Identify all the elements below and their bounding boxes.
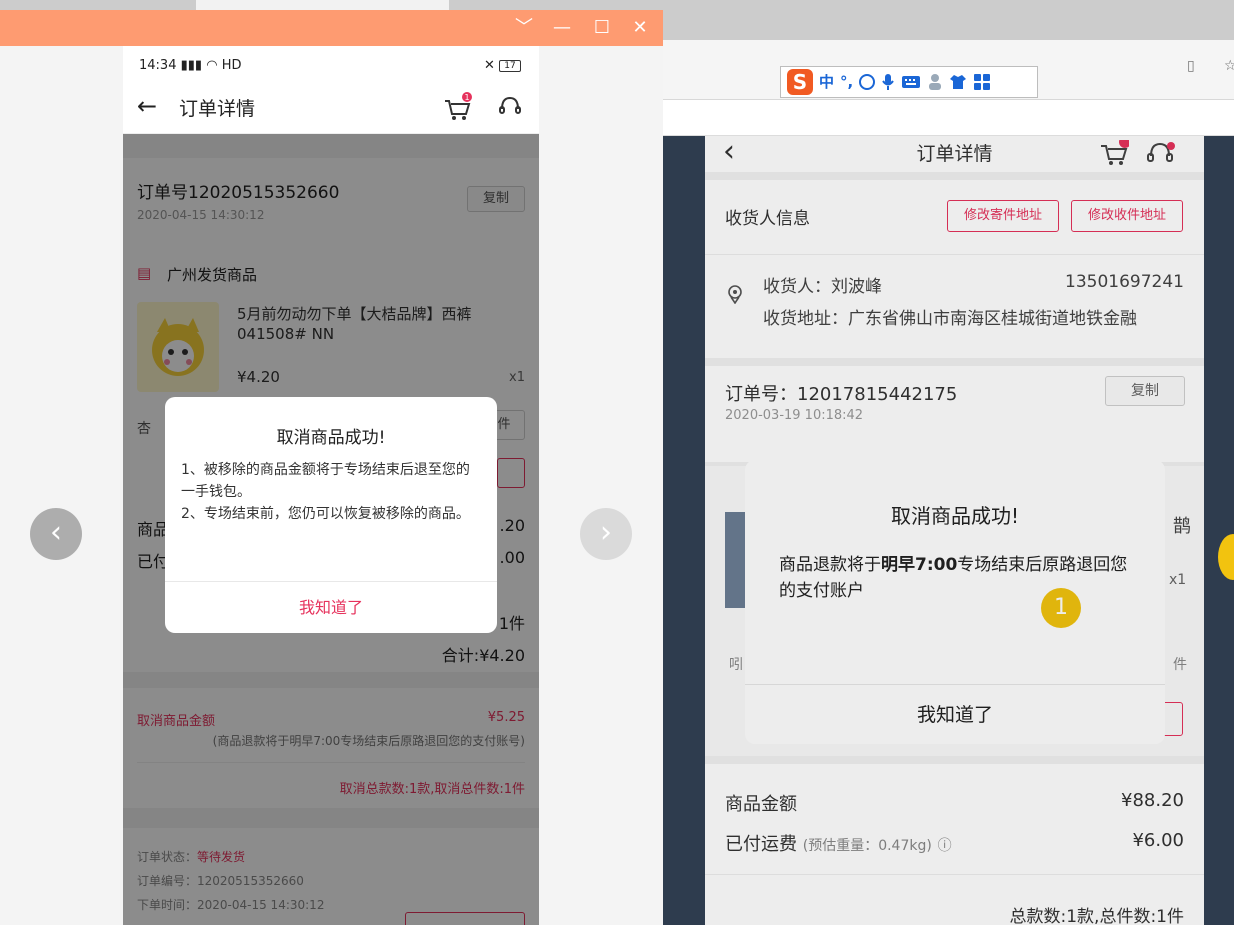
location-pin-icon bbox=[728, 285, 742, 304]
modal-body-bold: 明早7:00 bbox=[881, 555, 958, 575]
page-title: 订单详情 bbox=[179, 98, 256, 120]
phone-header: ← 订单详情 1 bbox=[123, 82, 539, 134]
modal-ok-button[interactable]: 我知道了 bbox=[165, 582, 497, 633]
receiver-section-title: 收货人信息 bbox=[725, 209, 810, 229]
page-title: 订单详情 bbox=[916, 143, 993, 165]
maximize-button[interactable]: ☐ bbox=[584, 10, 620, 46]
edit-receiver-address-button[interactable]: 修改收件地址 bbox=[1071, 200, 1183, 232]
receiver-name: 收货人：刘波峰 bbox=[763, 277, 882, 297]
phone-screenshot: 14:34 ▮▮▮ ◠ HD ✕ 17 ← 订单详情 1 订单号12020515… bbox=[123, 46, 539, 925]
preview-content: 14:34 ▮▮▮ ◠ HD ✕ 17 ← 订单详情 1 订单号12020515… bbox=[0, 46, 663, 925]
keyboard-icon[interactable] bbox=[901, 74, 921, 90]
receiver-phone: 13501697241 bbox=[1065, 272, 1184, 292]
toolbox-grid-icon[interactable] bbox=[973, 73, 991, 91]
cart-badge: 1 bbox=[464, 93, 469, 102]
order-number: 订单号：12017815442175 bbox=[725, 384, 958, 405]
copy-order-button[interactable]: 复制 bbox=[1105, 376, 1185, 406]
close-button[interactable]: ✕ bbox=[622, 10, 658, 46]
emoji-icon[interactable] bbox=[859, 74, 876, 90]
user-icon[interactable] bbox=[927, 73, 943, 91]
status-left: 14:34 ▮▮▮ ◠ HD bbox=[139, 58, 242, 73]
back-arrow-icon[interactable]: ← bbox=[137, 92, 157, 120]
status-time: 14:34 bbox=[139, 58, 177, 73]
modal-body: 商品退款将于明早7:00专场结束后原路退回您的支付账户 bbox=[779, 552, 1139, 604]
customer-service-icon[interactable] bbox=[497, 94, 523, 120]
shipping-weight-note: (预估重量：0.47kg) bbox=[802, 838, 932, 854]
edit-sender-address-button[interactable]: 修改寄件地址 bbox=[947, 200, 1059, 232]
sogou-logo-icon[interactable]: S bbox=[787, 69, 813, 95]
next-image-button[interactable]: › bbox=[580, 508, 632, 560]
browser-bookmarks-bar bbox=[663, 100, 1234, 136]
customer-service-icon[interactable] bbox=[1145, 140, 1175, 166]
app-header: ‹ 订单详情 bbox=[705, 136, 1204, 172]
skin-shirt-icon[interactable] bbox=[949, 74, 967, 90]
modal-body: 1、被移除的商品金额将于专场结束后退至您的一手钱包。 2、专场结束前，您仍可以恢… bbox=[181, 462, 470, 522]
shipping-label: 已付运费 bbox=[725, 834, 797, 855]
product-qty: x1 bbox=[1169, 572, 1187, 588]
modal-body-prefix: 商品退款将于 bbox=[779, 555, 881, 575]
info-icon[interactable]: ⓘ bbox=[938, 838, 952, 854]
background-page: ‹ 订单详情 收货人信息 修改寄件地址 修改收件地址 收货人：刘波峰 13501… bbox=[663, 136, 1234, 925]
product-text-fragment: 吲 bbox=[729, 657, 743, 673]
ime-toolbar[interactable]: S 中 °, bbox=[780, 66, 1038, 98]
cart-icon[interactable]: 1 bbox=[443, 92, 473, 122]
product-title-fragment: 鹊 bbox=[1173, 516, 1191, 537]
modal-title: 取消商品成功! bbox=[276, 428, 386, 448]
image-preview-window: ﹀ — ☐ ✕ 14:34 ▮▮▮ ◠ HD ✕ 17 ← 订单详情 1 订单号… bbox=[0, 10, 663, 925]
background-order-detail-app: ‹ 订单详情 收货人信息 修改寄件地址 修改收件地址 收货人：刘波峰 13501… bbox=[705, 136, 1204, 925]
cancel-success-modal: 取消商品成功! 1、被移除的商品金额将于专场结束后退至您的一手钱包。 2、专场结… bbox=[165, 397, 497, 633]
previous-image-button[interactable]: ‹ bbox=[30, 508, 82, 560]
window-titlebar: ﹀ — ☐ ✕ bbox=[0, 10, 663, 46]
receiver-address: 收货地址：广东省佛山市南海区桂城街道地铁金融 bbox=[763, 309, 1137, 329]
ime-chinese-mode[interactable]: 中 bbox=[819, 69, 834, 95]
minimize-button[interactable]: — bbox=[544, 10, 580, 46]
cancel-success-modal: 取消商品成功! 商品退款将于明早7:00专场结束后原路退回您的支付账户 我知道了 bbox=[745, 460, 1165, 744]
bookmark-star-icon[interactable]: ☆ bbox=[1224, 58, 1234, 74]
shipping-fee-row: 已付运费 (预估重量：0.47kg) ⓘ bbox=[725, 830, 952, 856]
modal-title: 取消商品成功! bbox=[890, 504, 1020, 528]
goods-amount-label: 商品金额 bbox=[725, 794, 797, 815]
status-bar: 14:34 ▮▮▮ ◠ HD ✕ 17 bbox=[123, 46, 539, 82]
goods-amount-value: ¥88.20 bbox=[1121, 790, 1184, 811]
cart-icon[interactable] bbox=[1099, 140, 1129, 166]
battery-icon: 17 bbox=[499, 59, 521, 72]
status-right: ✕ 17 bbox=[484, 58, 521, 73]
mute-icon: ✕ bbox=[483, 58, 495, 73]
shipping-fee-value: ¥6.00 bbox=[1132, 830, 1184, 851]
ime-punctuation[interactable]: °, bbox=[840, 69, 853, 95]
status-network: HD bbox=[221, 58, 242, 73]
product-button-fragment: 件 bbox=[1173, 657, 1187, 673]
wifi-icon: ◠ bbox=[206, 58, 218, 73]
modal-ok-button[interactable]: 我知道了 bbox=[745, 686, 1165, 744]
microphone-icon[interactable] bbox=[881, 73, 895, 91]
dropdown-icon[interactable]: ﹀ bbox=[506, 10, 542, 46]
order-summary: 总款数:1款,总件数:1件 bbox=[1009, 907, 1185, 925]
reader-mode-icon[interactable]: ▯ bbox=[1187, 58, 1205, 74]
signal-icon: ▮▮▮ bbox=[180, 58, 203, 73]
order-time: 2020-03-19 10:18:42 bbox=[725, 408, 864, 423]
step-marker: 1 bbox=[1041, 588, 1081, 628]
modal-divider bbox=[745, 684, 1165, 685]
